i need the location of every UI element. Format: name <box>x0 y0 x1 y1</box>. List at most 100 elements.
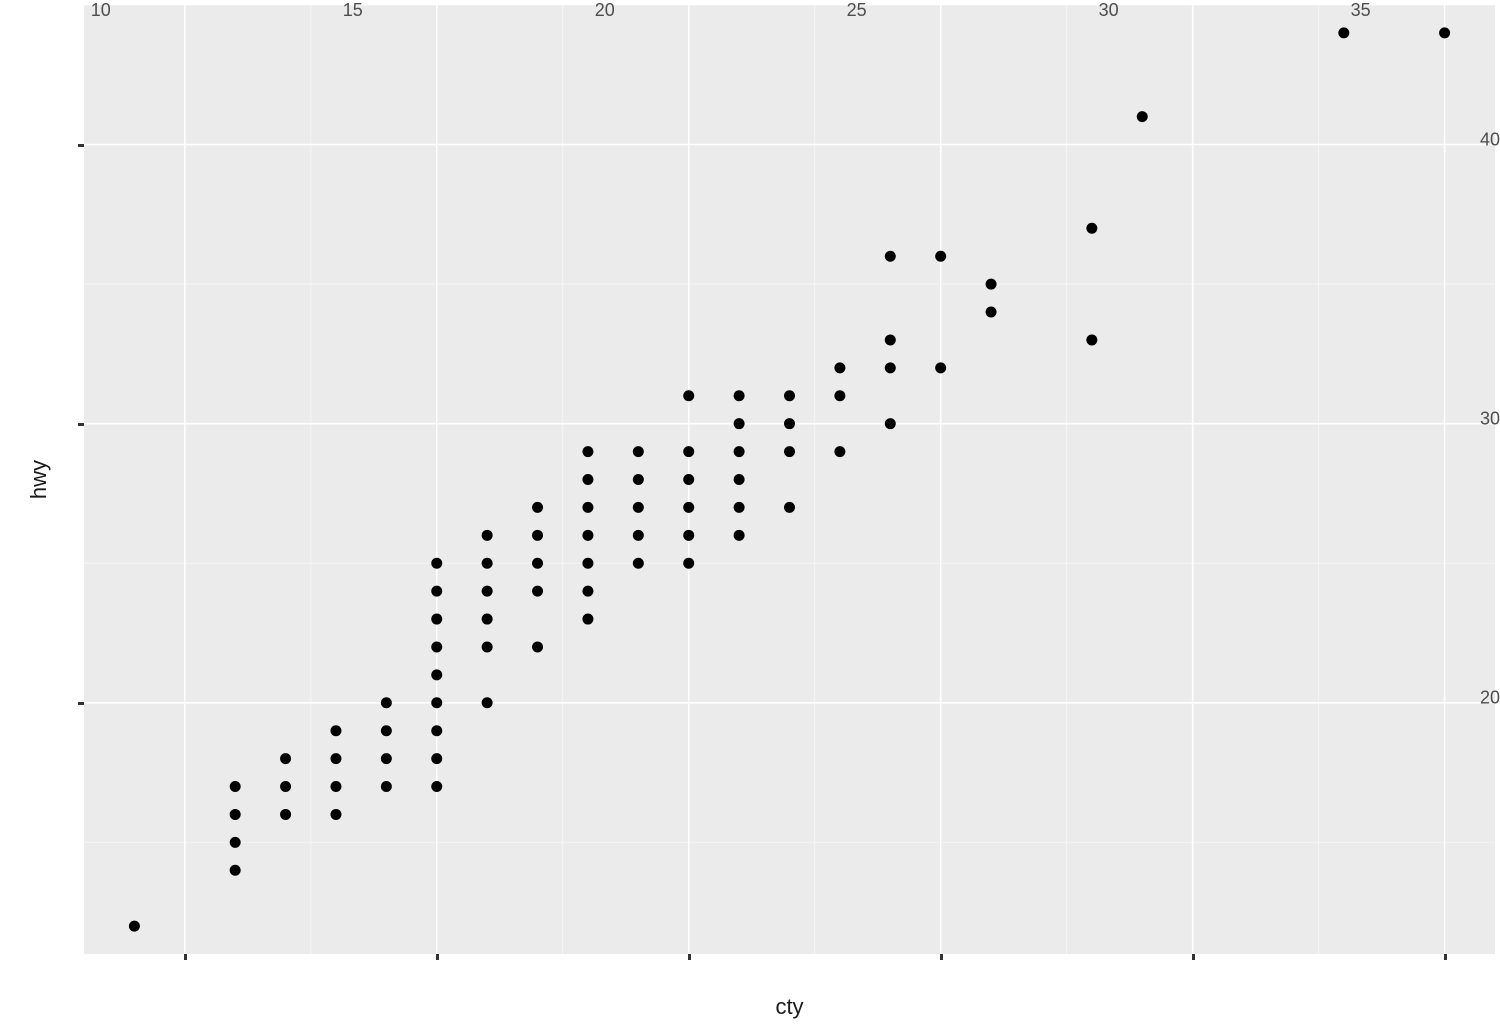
data-point <box>633 502 644 513</box>
y-axis-ticks <box>78 5 84 954</box>
data-point <box>633 474 644 485</box>
data-point <box>784 418 795 429</box>
data-point <box>683 474 694 485</box>
x-tick <box>436 954 439 960</box>
data-point <box>330 781 341 792</box>
data-point <box>734 446 745 457</box>
data-point <box>834 390 845 401</box>
x-tick-label: 35 <box>1351 0 1371 21</box>
data-point <box>129 921 140 932</box>
scatter-chart: 20 30 40 10 15 20 25 30 35 cty hwy <box>0 0 1500 1031</box>
data-point <box>784 446 795 457</box>
data-point <box>280 753 291 764</box>
data-point <box>1439 27 1450 38</box>
data-point <box>834 446 845 457</box>
data-point <box>834 362 845 373</box>
data-point <box>633 558 644 569</box>
y-tick-label: 20 <box>1480 687 1500 708</box>
x-tick <box>184 954 187 960</box>
x-tick-label: 10 <box>91 0 111 21</box>
data-point <box>1338 27 1349 38</box>
data-point <box>330 753 341 764</box>
data-point <box>431 725 442 736</box>
data-point <box>734 390 745 401</box>
data-point <box>885 418 896 429</box>
data-point <box>431 781 442 792</box>
points-layer <box>129 27 1450 931</box>
data-point <box>482 697 493 708</box>
data-point <box>381 697 392 708</box>
plot-svg <box>84 5 1495 954</box>
data-point <box>784 502 795 513</box>
data-point <box>986 307 997 318</box>
data-point <box>986 279 997 290</box>
data-point <box>532 530 543 541</box>
data-point <box>532 502 543 513</box>
data-point <box>381 781 392 792</box>
x-tick <box>688 954 691 960</box>
data-point <box>734 474 745 485</box>
data-point <box>532 558 543 569</box>
data-point <box>230 809 241 820</box>
data-point <box>683 530 694 541</box>
data-point <box>482 641 493 652</box>
y-axis-title: hwy <box>26 5 52 954</box>
y-tick-label: 30 <box>1480 408 1500 429</box>
x-axis-title: cty <box>84 994 1495 1020</box>
data-point <box>885 334 896 345</box>
data-point <box>230 781 241 792</box>
data-point <box>582 530 593 541</box>
x-tick <box>1192 954 1195 960</box>
data-point <box>532 641 543 652</box>
data-point <box>431 586 442 597</box>
data-point <box>482 530 493 541</box>
x-tick <box>1444 954 1447 960</box>
y-tick-label: 40 <box>1480 129 1500 150</box>
data-point <box>582 558 593 569</box>
data-point <box>431 558 442 569</box>
data-point <box>734 502 745 513</box>
y-tick <box>78 423 84 426</box>
data-point <box>935 251 946 262</box>
data-point <box>582 614 593 625</box>
data-point <box>582 502 593 513</box>
data-point <box>1137 111 1148 122</box>
data-point <box>582 446 593 457</box>
data-point <box>381 753 392 764</box>
data-point <box>935 362 946 373</box>
y-tick <box>78 702 84 705</box>
data-point <box>683 558 694 569</box>
data-point <box>482 558 493 569</box>
x-axis-ticks <box>84 954 1495 960</box>
data-point <box>683 390 694 401</box>
data-point <box>482 614 493 625</box>
data-point <box>582 474 593 485</box>
x-tick-label: 20 <box>595 0 615 21</box>
data-point <box>582 586 593 597</box>
data-point <box>1086 334 1097 345</box>
x-tick-label: 30 <box>1099 0 1119 21</box>
data-point <box>230 837 241 848</box>
data-point <box>683 446 694 457</box>
data-point <box>431 669 442 680</box>
data-point <box>683 502 694 513</box>
data-point <box>633 530 644 541</box>
data-point <box>532 586 543 597</box>
data-point <box>381 725 392 736</box>
data-point <box>885 251 896 262</box>
data-point <box>230 865 241 876</box>
y-tick <box>78 144 84 147</box>
data-point <box>784 390 795 401</box>
data-point <box>734 530 745 541</box>
data-point <box>280 809 291 820</box>
x-tick-label: 25 <box>847 0 867 21</box>
data-point <box>280 781 291 792</box>
data-point <box>734 418 745 429</box>
data-point <box>482 586 493 597</box>
data-point <box>1086 223 1097 234</box>
data-point <box>330 809 341 820</box>
plot-panel <box>84 5 1495 954</box>
grid-major <box>84 5 1495 954</box>
grid-minor <box>84 5 1495 954</box>
x-tick-label: 15 <box>343 0 363 21</box>
